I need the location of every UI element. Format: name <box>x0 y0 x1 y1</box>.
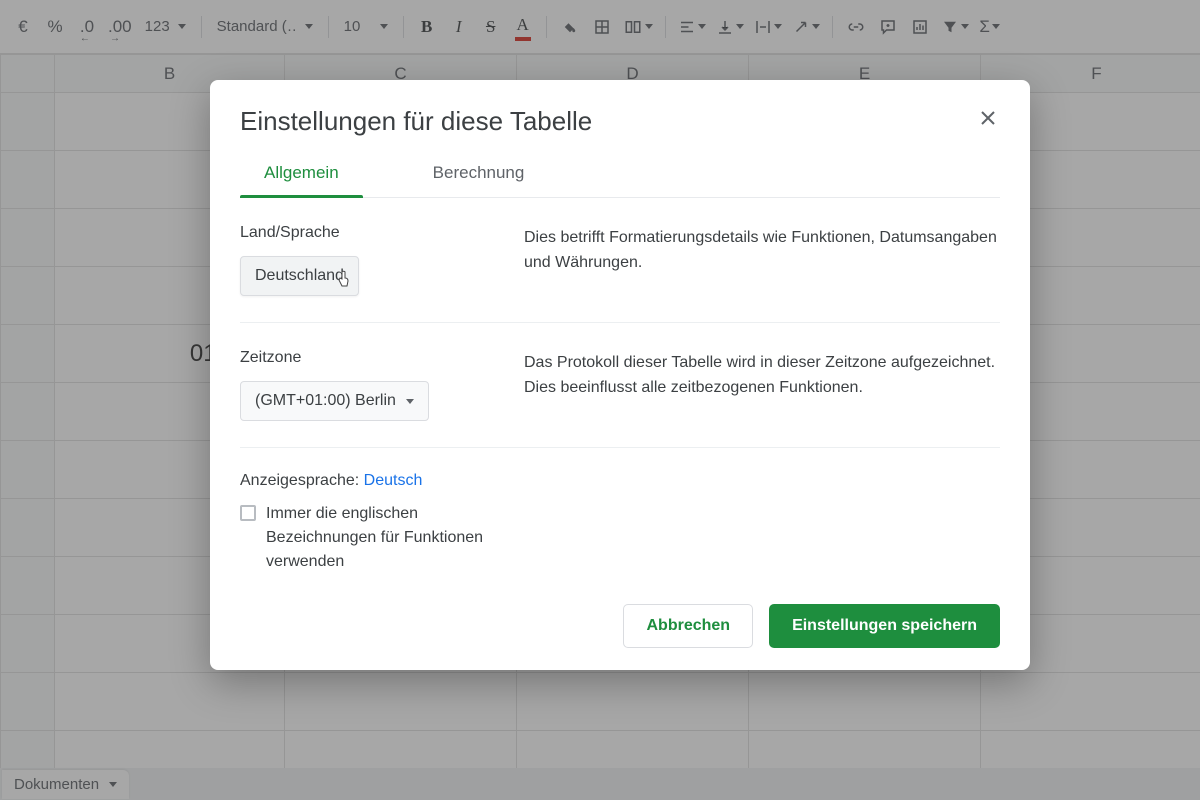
dialog-tabs: Allgemein Berechnung <box>240 163 1000 198</box>
locale-select[interactable]: Deutschland <box>240 256 359 296</box>
english-functions-checkbox-row[interactable]: Immer die englischen Bezeichnungen für F… <box>240 502 530 574</box>
save-settings-button[interactable]: Einstellungen speichern <box>769 604 1000 648</box>
locale-label: Land/Sprache <box>240 224 490 242</box>
timezone-select[interactable]: (GMT+01:00) Berlin <box>240 381 429 421</box>
timezone-label: Zeitzone <box>240 349 490 367</box>
display-language-label: Anzeigesprache: <box>240 472 359 489</box>
display-language-row: Anzeigesprache: Deutsch <box>240 448 1000 490</box>
tab-calculation[interactable]: Berechnung <box>409 163 549 197</box>
dialog-title: Einstellungen für diese Tabelle <box>240 106 592 137</box>
tab-general[interactable]: Allgemein <box>240 163 363 197</box>
locale-section: Land/Sprache Deutschland Dies betrifft F… <box>240 198 1000 323</box>
close-icon <box>980 110 996 126</box>
timezone-description: Das Protokoll dieser Tabelle wird in die… <box>524 349 1000 421</box>
checkbox[interactable] <box>240 505 256 521</box>
chevron-down-icon <box>406 399 414 404</box>
checkbox-label: Immer die englischen Bezeichnungen für F… <box>266 502 530 574</box>
cancel-button[interactable]: Abbrechen <box>623 604 753 648</box>
dialog-actions: Abbrechen Einstellungen speichern <box>240 604 1000 648</box>
timezone-section: Zeitzone (GMT+01:00) Berlin Das Protokol… <box>240 323 1000 448</box>
display-language-link[interactable]: Deutsch <box>364 472 423 489</box>
locale-description: Dies betrifft Formatierungsdetails wie F… <box>524 224 1000 296</box>
close-button[interactable] <box>976 106 1000 130</box>
spreadsheet-settings-dialog: Einstellungen für diese Tabelle Allgemei… <box>210 80 1030 670</box>
timezone-value: (GMT+01:00) Berlin <box>255 392 396 410</box>
locale-value: Deutschland <box>255 267 344 285</box>
